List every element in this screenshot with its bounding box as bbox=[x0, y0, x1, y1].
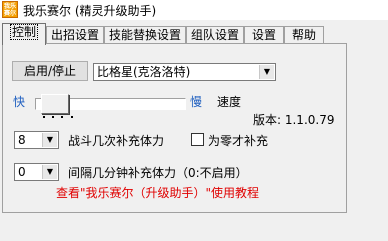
slider-tick bbox=[71, 116, 73, 118]
zero-refill-checkbox[interactable] bbox=[191, 133, 204, 146]
tab-settings[interactable]: 设置 bbox=[244, 26, 284, 44]
battles-count-value: 8 bbox=[18, 133, 26, 147]
battles-count-select[interactable]: 8 ▼ bbox=[14, 131, 59, 149]
app-icon: 我乐 赛尔 bbox=[2, 1, 18, 18]
window-title: 我乐赛尔 (精灵升级助手) bbox=[23, 4, 157, 18]
interval-select[interactable]: 0 ▼ bbox=[14, 163, 59, 181]
version-label: 版本: 1.1.0.79 bbox=[253, 113, 335, 127]
slider-tick bbox=[43, 116, 45, 118]
chevron-down-icon: ▼ bbox=[42, 133, 57, 147]
chevron-down-icon: ▼ bbox=[42, 165, 57, 179]
zero-refill-label: 为零才补充 bbox=[208, 134, 269, 148]
speed-label: 速度 bbox=[217, 95, 242, 109]
tab-team-settings[interactable]: 组队设置 bbox=[186, 26, 244, 44]
slow-label: 慢 bbox=[190, 95, 203, 109]
tab-help[interactable]: 帮助 bbox=[284, 26, 324, 44]
interval-value: 0 bbox=[18, 165, 26, 179]
chevron-down-icon: ▼ bbox=[259, 65, 274, 79]
tab-control[interactable]: 控制 bbox=[2, 23, 46, 45]
pet-select-value: 比格星(克洛洛特) bbox=[97, 65, 191, 79]
start-stop-button[interactable]: 启用/停止 bbox=[12, 61, 88, 81]
slider-tick bbox=[61, 116, 63, 118]
speed-slider-thumb[interactable] bbox=[41, 94, 69, 114]
battles-count-label: 战斗几次补充体力 bbox=[68, 134, 165, 148]
fast-label: 快 bbox=[13, 95, 26, 109]
tab-strip: 控制 出招设置 技能替换设置 组队设置 设置 帮助 bbox=[0, 23, 388, 45]
tab-move-settings[interactable]: 出招设置 bbox=[46, 26, 104, 44]
control-panel: 启用/停止 比格星(克洛洛特) ▼ 快 慢 速度 版本: 1.1.0.79 8 … bbox=[2, 43, 347, 213]
interval-label: 间隔几分钟补充体力（0:不启用） bbox=[68, 166, 248, 180]
title-bar: 我乐 赛尔 我乐赛尔 (精灵升级助手) bbox=[0, 0, 388, 20]
slider-tick bbox=[52, 116, 54, 118]
pet-select[interactable]: 比格星(克洛洛特) ▼ bbox=[93, 63, 276, 81]
tutorial-link[interactable]: 查看"我乐赛尔（升级助手）"使用教程 bbox=[56, 184, 259, 201]
speed-slider-ticks bbox=[43, 116, 173, 120]
tab-skill-replace-settings[interactable]: 技能替换设置 bbox=[104, 26, 186, 44]
